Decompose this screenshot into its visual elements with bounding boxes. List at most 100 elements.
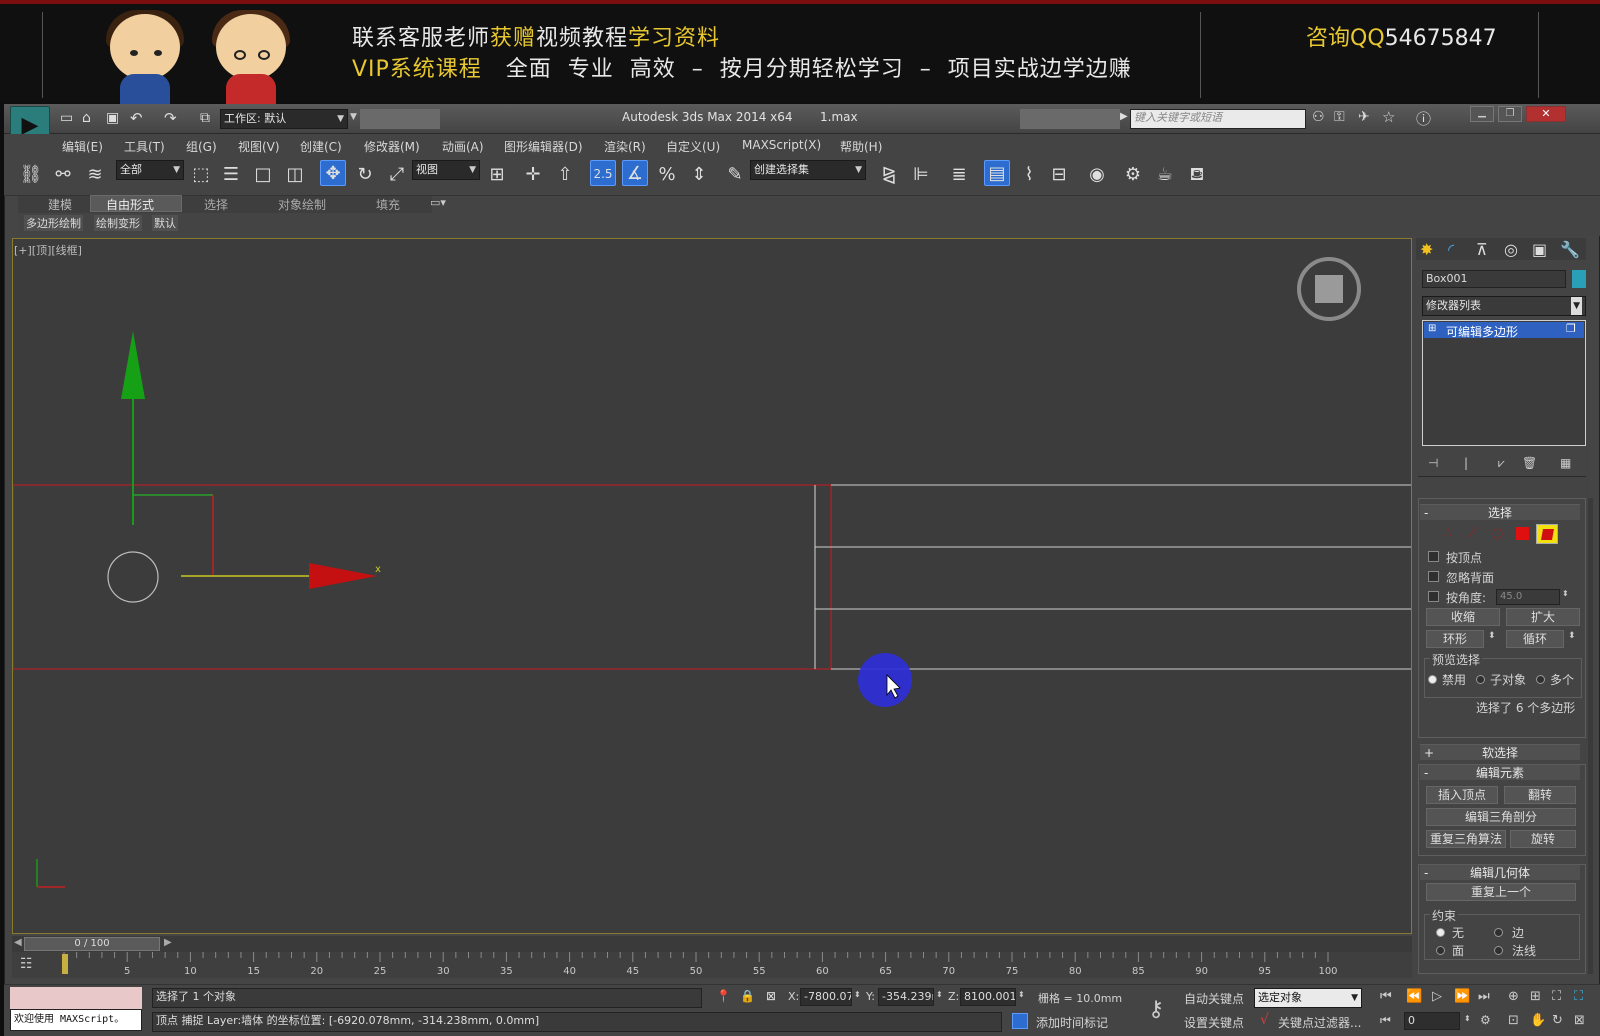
menu-animation[interactable]: 动画(A) [442, 138, 484, 155]
play-icon[interactable]: ▷ [1432, 989, 1442, 1004]
turn-button[interactable]: 旋转 [1510, 830, 1576, 848]
workspace-dropdown[interactable]: 工作区: 默认 ▼ [220, 109, 348, 129]
unlink-icon[interactable]: ⚯ [50, 162, 76, 188]
make-unique-icon[interactable]: ⩗ [1498, 456, 1505, 471]
auto-key-button[interactable]: 自动关键点 [1184, 990, 1244, 1007]
constraint-normal-radio[interactable] [1494, 946, 1503, 955]
subtab-paint-deform[interactable]: 绘制变形 [94, 215, 142, 231]
ring-button[interactable]: 环形 [1426, 630, 1484, 648]
set-key-button[interactable]: 设置关键点 [1184, 1014, 1244, 1031]
by-angle-checkbox[interactable] [1428, 591, 1439, 602]
restore-button[interactable]: ❐ [1498, 106, 1522, 122]
constraint-face-radio[interactable] [1436, 946, 1445, 955]
menu-help[interactable]: 帮助(H) [840, 138, 882, 155]
menu-modifiers[interactable]: 修改器(M) [364, 138, 420, 155]
viewport-label[interactable]: [+][顶][线框] [14, 242, 82, 258]
border-level-icon[interactable]: ◌ [1492, 526, 1503, 541]
keyboard-shortcut-icon[interactable]: ⇧ [552, 162, 578, 188]
constraint-edge-radio[interactable] [1494, 928, 1503, 937]
add-time-tag[interactable]: 添加时间标记 [1036, 1014, 1108, 1031]
vertex-level-icon[interactable]: ∴ [1444, 526, 1452, 541]
grow-button[interactable]: 扩大 [1506, 608, 1580, 626]
edge-level-icon[interactable]: ⟋ [1468, 526, 1477, 541]
object-color-swatch[interactable] [1572, 270, 1586, 288]
maximize-viewport-icon[interactable]: ⊠ [1574, 1013, 1585, 1028]
menu-graph-editors[interactable]: 图形编辑器(D) [504, 138, 583, 155]
binoculars-icon[interactable]: ⚇ [1312, 109, 1325, 125]
scene-explorer-icon[interactable]: ▤ [984, 160, 1010, 186]
key-filters-button[interactable]: 关键点过滤器... [1278, 1014, 1361, 1031]
orbit-icon[interactable]: ↻ [1552, 1013, 1563, 1028]
show-end-result-icon[interactable]: | [1464, 456, 1468, 470]
bind-spacewarp-icon[interactable]: ≋ [82, 162, 108, 188]
set-key-icon[interactable]: ⚷ [1148, 997, 1164, 1022]
object-name-input[interactable]: Box001 [1422, 270, 1566, 288]
element-level-icon[interactable] [1536, 524, 1558, 544]
named-selection-dropdown[interactable]: 创建选择集 ▼ [750, 160, 866, 180]
modifier-list-dropdown[interactable]: 修改器列表 ▼ [1422, 296, 1586, 316]
mini-curve-editor-icon[interactable]: ☷ [20, 956, 33, 972]
favorites-icon[interactable]: ☆ [1382, 108, 1395, 126]
isolate-icon[interactable]: 📍 [716, 989, 731, 1003]
polygon-level-icon[interactable] [1516, 527, 1529, 540]
layer-manager-icon[interactable]: ≣ [946, 162, 972, 188]
zoom-all-icon[interactable]: ⊞ [1530, 989, 1541, 1004]
rollout-edit-geometry-header[interactable]: - 编辑几何体 [1420, 864, 1580, 880]
stack-item-editable-poly[interactable]: ⊞ 可编辑多边形 ❐ [1424, 322, 1584, 339]
modify-tab-icon[interactable]: ◜ [1448, 240, 1454, 259]
subtab-poly-draw[interactable]: 多边形绘制 [24, 215, 83, 231]
menu-group[interactable]: 组(G) [186, 138, 217, 155]
key-mode-dropdown[interactable]: 选定对象 ▼ [1254, 988, 1362, 1008]
z-coord-field[interactable]: 8100.001n [960, 988, 1016, 1006]
rendered-frame-icon[interactable]: ☕ [1152, 162, 1178, 188]
menu-create[interactable]: 创建(C) [300, 138, 342, 155]
close-button[interactable]: ✕ [1526, 106, 1566, 122]
render-setup-icon[interactable]: ⚙ [1120, 162, 1146, 188]
loop-spinner-icon[interactable]: ⬍ [1568, 631, 1576, 641]
ribbon-options-icon[interactable]: ▭▾ [430, 196, 446, 209]
time-config-icon[interactable]: ⚙ [1480, 1013, 1491, 1027]
tab-populate[interactable]: 填充 [376, 196, 400, 213]
x-spinner-icon[interactable]: ⬍ [854, 990, 861, 999]
flip-button[interactable]: 翻转 [1504, 786, 1576, 804]
new-file-icon[interactable]: ▭ [60, 110, 73, 126]
zoom-extents-icon[interactable]: ⛶ [1552, 989, 1561, 1004]
key-filter-icon[interactable]: √ [1260, 1012, 1269, 1028]
angle-spinner[interactable]: 45.0 [1496, 589, 1560, 605]
lock-selection-icon[interactable]: 🔒 [740, 989, 755, 1003]
constraint-none-radio[interactable] [1436, 928, 1445, 937]
snap-toggle-icon[interactable]: 2.5 [590, 160, 616, 186]
configure-sets-icon[interactable]: ▦ [1560, 456, 1571, 470]
time-tag-icon[interactable] [1012, 1013, 1028, 1029]
open-file-icon[interactable]: ⌂ [82, 110, 91, 126]
zoom-icon[interactable]: ⊕ [1508, 989, 1519, 1004]
next-frame-icon[interactable]: ⏩ [1454, 989, 1470, 1004]
menu-customize[interactable]: 自定义(U) [666, 138, 720, 155]
prev-frame-icon[interactable]: ⏪ [1406, 989, 1422, 1004]
manipulate-icon[interactable]: ✛ [520, 162, 546, 188]
edit-triangulation-button[interactable]: 编辑三角剖分 [1426, 808, 1576, 826]
time-next-icon[interactable]: ▶ [164, 937, 172, 948]
selection-filter-dropdown[interactable]: 全部 ▼ [116, 160, 184, 180]
current-frame-marker[interactable] [62, 954, 68, 974]
help-icon[interactable]: ⓘ [1416, 108, 1431, 129]
track-bar[interactable]: 5 10 15 20 25 30 35 40 45 50 55 60 65 70 75 80 85 90 95 100 [12, 952, 1412, 978]
menu-edit[interactable]: 编辑(E) [62, 138, 103, 155]
hierarchy-tab-icon[interactable]: ⊼ [1476, 240, 1488, 259]
rollout-selection-header[interactable]: - 选择 [1420, 504, 1580, 520]
select-move-icon[interactable]: ✥ [320, 160, 346, 186]
time-slider-thumb[interactable]: 0 / 100 [24, 937, 160, 951]
window-crossing-icon[interactable]: ◫ [282, 162, 308, 188]
pin-stack-icon[interactable]: ⊣ [1428, 456, 1438, 470]
tab-modeling[interactable]: 建模 [48, 196, 72, 213]
preview-subobject-radio[interactable] [1476, 675, 1485, 684]
angle-snap-icon[interactable]: ∡ [622, 160, 648, 186]
maxscript-listener-top[interactable] [10, 987, 142, 1009]
minimize-button[interactable]: ▁ [1470, 106, 1494, 122]
undo-icon[interactable]: ↶ [130, 109, 143, 127]
menu-views[interactable]: 视图(V) [238, 138, 280, 155]
motion-tab-icon[interactable]: ◎ [1504, 240, 1518, 259]
redo-icon[interactable]: ↷ [164, 109, 177, 127]
material-editor-icon[interactable]: ◉ [1084, 162, 1110, 188]
x-coord-field[interactable]: -7800.078 [800, 988, 852, 1006]
